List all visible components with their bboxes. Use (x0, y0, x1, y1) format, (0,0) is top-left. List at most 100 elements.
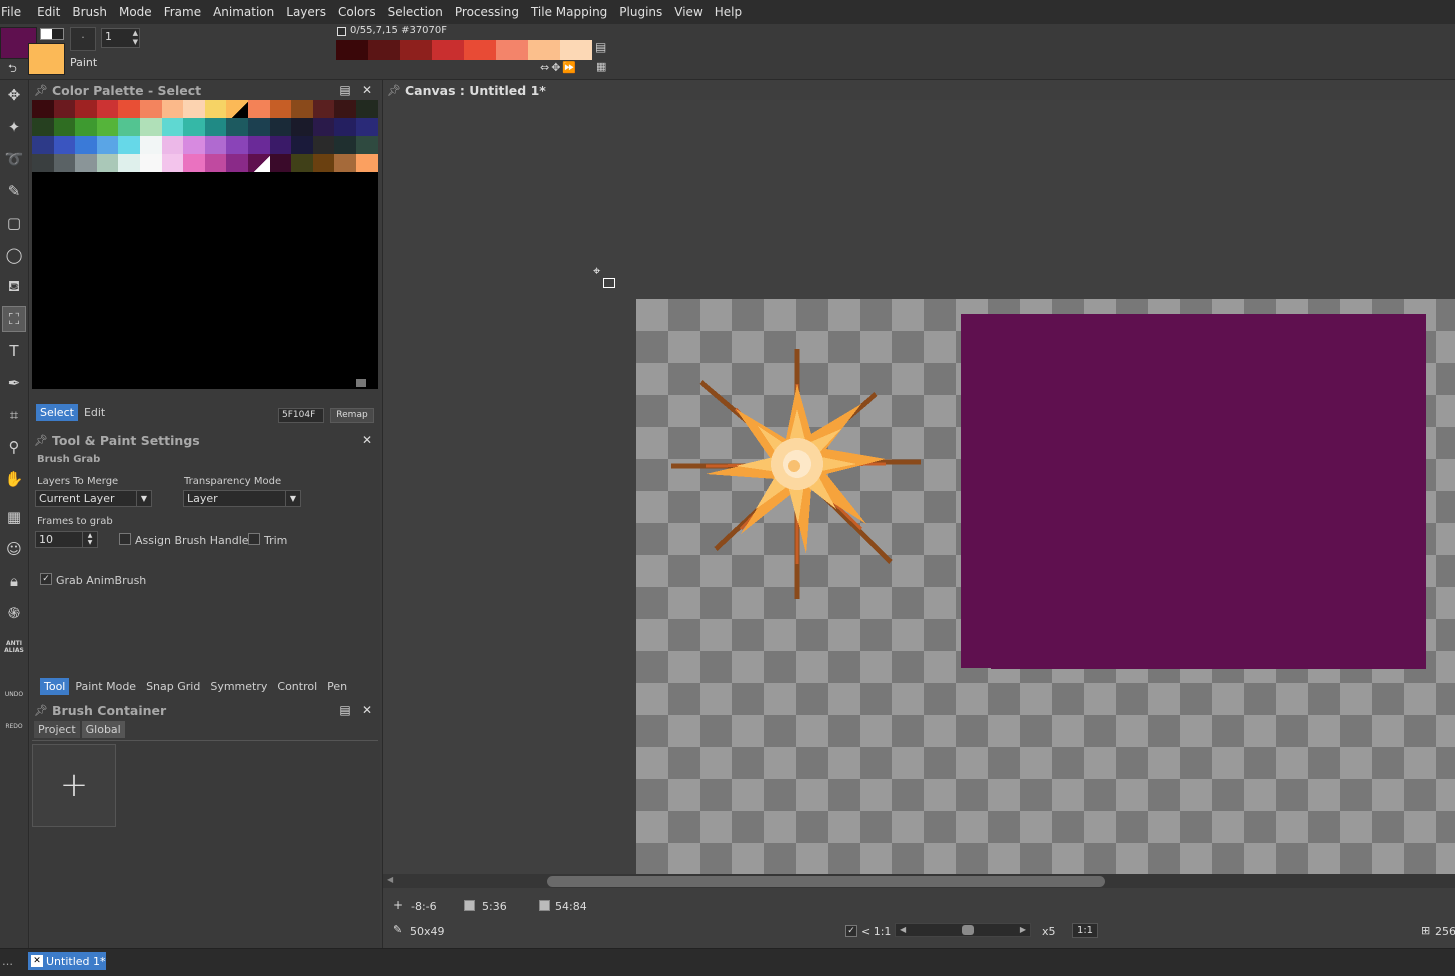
swap-colors-icon[interactable]: ⮌ (8, 60, 17, 79)
palette-swatch[interactable] (355, 118, 378, 136)
frames-to-grab-stepper[interactable]: 10 ▲ ▼ (35, 531, 98, 548)
palette-swatch[interactable] (53, 154, 76, 172)
palette-swatch[interactable] (75, 136, 97, 154)
tab-global[interactable]: Global (81, 721, 125, 738)
palette-swatch[interactable] (247, 154, 270, 172)
palette-swatch[interactable] (32, 118, 54, 136)
gradient-controls-icon[interactable]: ⇔✥⏩ (540, 61, 578, 74)
pin-icon[interactable]: 📌︎ (383, 84, 405, 97)
tab-pen[interactable]: Pen (323, 678, 351, 695)
palette-swatch[interactable] (118, 136, 140, 154)
palette-swatch[interactable] (118, 154, 140, 172)
portrait-icon[interactable]: ☺ (2, 536, 26, 562)
palette-swatch[interactable] (204, 118, 227, 136)
palette-swatch[interactable] (334, 136, 356, 154)
palette-swatch[interactable] (53, 118, 76, 136)
tab-tool[interactable]: Tool (40, 678, 70, 695)
eyedropper-icon[interactable]: ✒ (2, 370, 26, 396)
palette-swatch[interactable] (139, 100, 162, 118)
close-icon[interactable]: ✕ (360, 703, 374, 717)
grid-icon[interactable]: ▦ (2, 504, 26, 530)
palette-swatch[interactable] (226, 136, 248, 154)
menu-plugins[interactable]: Plugins (619, 5, 670, 19)
palette-swatch[interactable] (247, 100, 270, 118)
menu-colors[interactable]: Colors (338, 5, 384, 19)
assign-brush-handle-checkbox[interactable] (119, 533, 131, 545)
lasso-icon[interactable]: ➰ (2, 146, 26, 172)
menu-view[interactable]: View (674, 5, 710, 19)
palette-swatch[interactable] (183, 118, 205, 136)
palette-swatch[interactable] (204, 136, 227, 154)
gradient-swatch[interactable] (336, 40, 368, 60)
palette-swatch[interactable] (161, 100, 184, 118)
gradient-options-icon[interactable]: ▦ (596, 60, 606, 73)
fill-icon[interactable]: ⛾ (2, 274, 26, 300)
palette-swatch[interactable] (269, 154, 292, 172)
spiral-icon[interactable]: ֍ (2, 600, 26, 626)
palette-grid[interactable] (32, 100, 378, 172)
palette-swatch[interactable] (312, 136, 335, 154)
menu-frame[interactable]: Frame (164, 5, 209, 19)
palette-swatch[interactable] (247, 118, 270, 136)
palette-swatch[interactable] (161, 154, 184, 172)
palette-swatch[interactable] (53, 136, 76, 154)
anti-alias-icon[interactable]: ANTI ALIAS (2, 634, 26, 660)
gradient-ramp[interactable] (336, 40, 592, 60)
layers-to-merge-select[interactable]: Current Layer ▼ (35, 490, 152, 507)
palette-swatch[interactable] (161, 136, 184, 154)
close-icon[interactable]: ✕ (360, 83, 374, 97)
document-tab[interactable]: ✕ Untitled 1* (28, 952, 106, 970)
palette-swatch[interactable] (355, 154, 378, 172)
canvas-area[interactable]: ⌖ (383, 100, 1455, 874)
brush-container-menu-icon[interactable]: ▤ (338, 703, 352, 717)
rectangle-icon[interactable]: ▢ (2, 210, 26, 236)
palette-swatch[interactable] (291, 100, 313, 118)
palette-swatch[interactable] (53, 100, 76, 118)
palette-swatch[interactable] (96, 136, 119, 154)
circle-icon[interactable]: ◯ (2, 242, 26, 268)
palette-swatch[interactable] (355, 100, 378, 118)
default-colors-icon[interactable] (40, 28, 64, 40)
palette-swatch[interactable] (312, 100, 335, 118)
lock-icon[interactable]: 🔒︎ (2, 568, 26, 594)
trim-checkbox[interactable] (248, 533, 260, 545)
pin-icon[interactable]: 📌︎ (30, 434, 52, 447)
menu-mode[interactable]: Mode (119, 5, 160, 19)
palette-swatch[interactable] (183, 136, 205, 154)
scroll-left-icon[interactable]: ◀ (387, 875, 393, 884)
brush-grab-icon[interactable]: ⛶ (2, 306, 26, 332)
pencil-icon[interactable]: ✎ (2, 178, 26, 204)
palette-swatch[interactable] (291, 136, 313, 154)
palette-swatch[interactable] (139, 154, 162, 172)
tab-select[interactable]: Select (36, 404, 78, 421)
menu-file[interactable]: File (0, 5, 29, 19)
horizontal-scrollbar[interactable]: ◀ (383, 874, 1455, 888)
close-icon[interactable]: ✕ (31, 955, 43, 967)
menu-layers[interactable]: Layers (286, 5, 334, 19)
palette-swatch[interactable] (32, 154, 54, 172)
palette-swatch[interactable] (139, 136, 162, 154)
palette-menu-icon[interactable]: ▤ (338, 83, 352, 97)
pin-icon[interactable]: 📌︎ (30, 84, 52, 97)
gradient-swatch[interactable] (400, 40, 432, 60)
palette-swatch[interactable] (75, 100, 97, 118)
gradient-swatch[interactable] (464, 40, 496, 60)
palette-swatch[interactable] (183, 100, 205, 118)
chevron-down-icon[interactable]: ▼ (136, 491, 151, 506)
menu-selection[interactable]: Selection (388, 5, 451, 19)
tab-project[interactable]: Project (34, 721, 80, 738)
undo-icon[interactable]: UNDO (2, 672, 26, 698)
redo-icon[interactable]: REDO (2, 704, 26, 730)
gradient-swatch[interactable] (432, 40, 464, 60)
chevron-down-icon[interactable]: ▼ (285, 491, 300, 506)
gradient-swatch[interactable] (368, 40, 400, 60)
zoom-icon[interactable]: ⚲ (2, 434, 26, 460)
palette-swatch[interactable] (118, 100, 140, 118)
palette-swatch[interactable] (291, 154, 313, 172)
pin-icon[interactable]: 📌︎ (30, 704, 52, 717)
palette-empty-area[interactable] (32, 172, 378, 389)
palette-swatch[interactable] (269, 118, 292, 136)
gradient-swatch[interactable] (528, 40, 560, 60)
background-color-swatch[interactable] (28, 43, 65, 75)
palette-swatch[interactable] (312, 154, 335, 172)
